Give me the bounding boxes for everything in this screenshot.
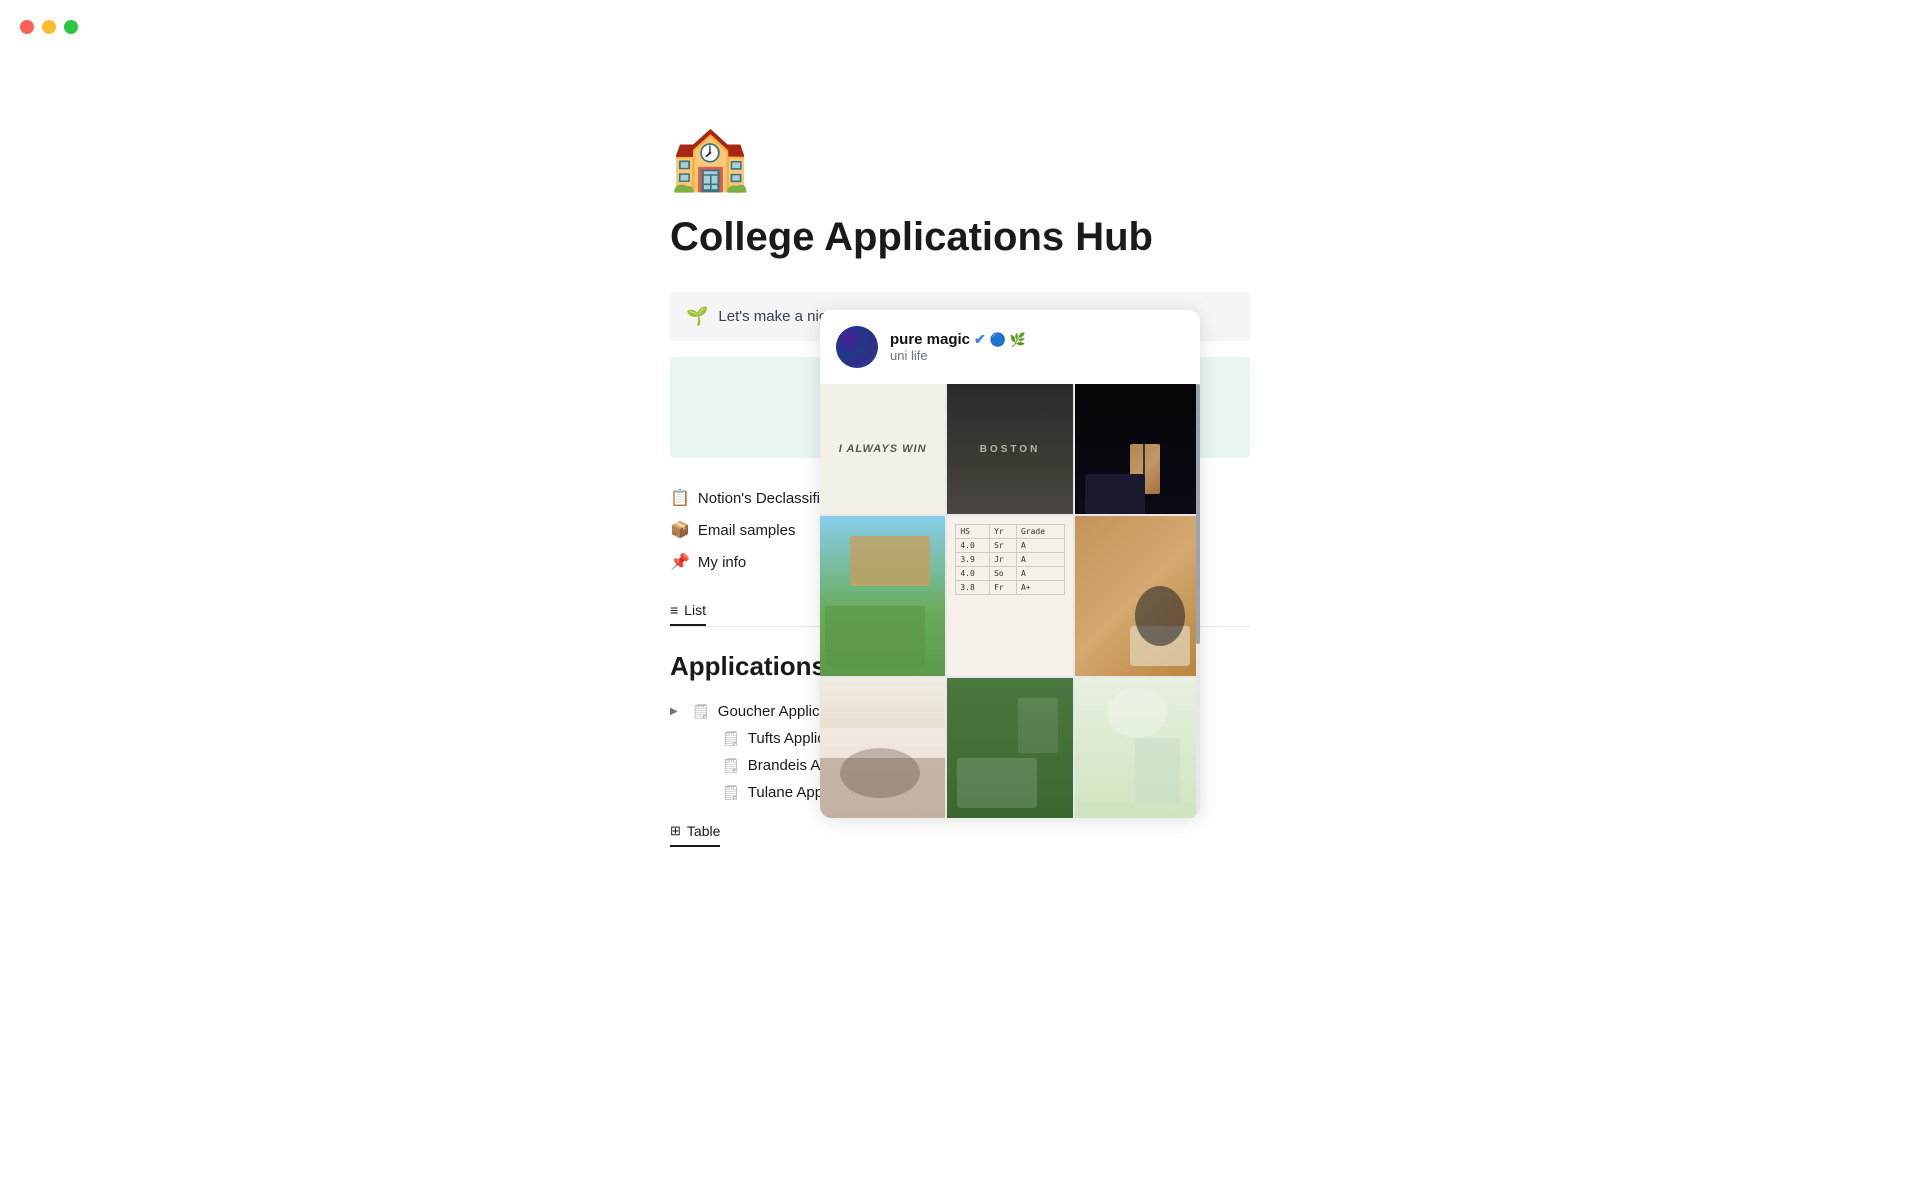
photo-library [1075,678,1200,818]
doc-icon: 🗒 [722,757,740,774]
photo-cafe [820,678,945,818]
minimize-button[interactable] [42,20,56,34]
survival-guide-icon: 📋 [670,488,690,508]
library-bg [1075,678,1200,818]
photo-hoodie: BOSTON [947,384,1072,514]
callout-icon: 🌱 [686,306,708,327]
list-tab-icon: ≡ [670,602,678,618]
scrollbar-thumb [1196,384,1200,644]
link-label: My info [698,554,746,571]
scrollbar[interactable] [1196,384,1200,818]
photo-scores: HSYrGrade 4.0SrA 3.9JrA 4.0SoA 3.8FrA+ [947,516,1072,676]
table-view-tab[interactable]: ⊞ Table [670,822,1250,847]
photo-studying [1075,516,1200,676]
text-cell-content: I ALWAYS WIN [831,435,935,463]
studying-bg [1075,516,1200,676]
main-content: 🏫 College Applications Hub 🌱 Let's make … [610,0,1310,907]
photo-speaker [1075,384,1200,514]
scores-bg: HSYrGrade 4.0SrA 3.9JrA 4.0SoA 3.8FrA+ [947,516,1072,676]
user-info: pure magic ✔ 🔵 🌿 uni life [890,331,1184,363]
username: pure magic ✔ 🔵 🌿 [890,331,1184,348]
toggle-icon: ▶ [670,706,684,717]
photo-grid: I ALWAYS WIN BOSTON [820,384,1200,818]
photo-campus [820,516,945,676]
sidebar-card: pure magic ✔ 🔵 🌿 uni life I ALWAYS WIN B… [820,310,1200,818]
emoji-badges: 🔵 🌿 [990,332,1026,348]
photo-group [947,678,1072,818]
table-tab-label: Table [687,823,720,839]
my-info-icon: 📌 [670,552,690,572]
doc-icon: 🗒 [722,730,740,747]
card-header: pure magic ✔ 🔵 🌿 uni life [820,310,1200,384]
avatar [836,326,878,368]
verified-badge: ✔ [974,331,986,348]
speaker-bg [1075,384,1200,514]
fullscreen-button[interactable] [64,20,78,34]
photo-text-cell: I ALWAYS WIN [820,384,945,514]
list-tab-label: List [684,602,706,618]
group-bg [947,678,1072,818]
card-subtitle: uni life [890,348,1184,363]
page-title: College Applications Hub [670,215,1250,260]
cafe-bg [820,678,945,818]
link-label: Email samples [698,522,796,539]
window-controls [20,20,78,34]
close-button[interactable] [20,20,34,34]
email-samples-icon: 📦 [670,520,690,540]
hoodie-bg: BOSTON [947,384,1072,514]
campus-bg [820,516,945,676]
table-tab-icon: ⊞ [670,823,681,839]
page-icon: 🏫 [670,120,1250,195]
doc-icon: 🗒 [692,703,710,720]
doc-icon: 🗒 [722,784,740,801]
